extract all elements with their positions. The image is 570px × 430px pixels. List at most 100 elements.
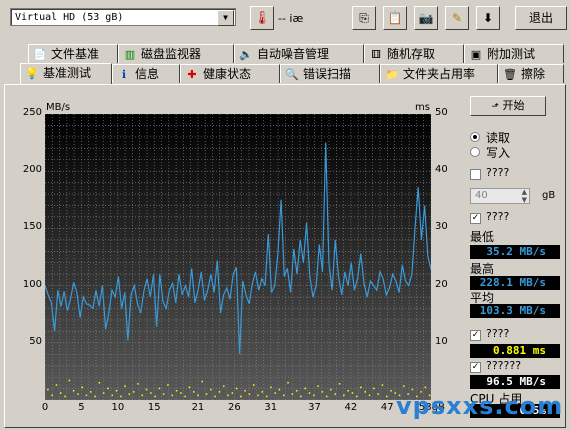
access-time-point — [120, 395, 122, 398]
access-time-point — [317, 385, 319, 387]
option1-checkbox[interactable] — [470, 169, 481, 180]
tab-disk-monitor[interactable]: ▥ 磁盘监视器 — [118, 44, 234, 63]
chevron-down-icon[interactable]: ▼ — [217, 10, 234, 26]
access-time-point — [102, 392, 105, 394]
write-radio[interactable] — [470, 147, 480, 157]
access-time-point — [85, 394, 88, 397]
drive-select[interactable]: Virtual HD (53 gB) ▼ — [10, 8, 236, 26]
option4-label: ?????? — [486, 359, 522, 372]
access-time-point — [231, 392, 234, 394]
access-time-point — [124, 385, 126, 387]
y-right-tick: 40 — [435, 164, 448, 176]
access-time-point — [171, 394, 173, 397]
access-time-point — [77, 393, 79, 395]
access-time-point — [360, 386, 362, 389]
access-time-point — [265, 395, 268, 398]
access-time-point — [403, 385, 405, 387]
tab-health[interactable]: ✚ 健康状态 — [180, 64, 280, 83]
access-time-point — [94, 395, 96, 398]
access-time-point — [355, 395, 358, 398]
access-time-point — [210, 388, 212, 391]
access-time-point — [150, 392, 152, 394]
folder-icon: 📁 — [385, 68, 399, 81]
tab-benchmark[interactable]: 💡 基准测试 — [20, 63, 112, 84]
access-time-point — [364, 391, 366, 393]
y-right-tick: 50 — [435, 107, 448, 118]
x-tick: 21 — [191, 402, 205, 413]
copy-button[interactable]: ⎘ — [352, 6, 376, 30]
tab-file-benchmark[interactable]: 📄 文件基准 — [28, 44, 118, 63]
y-left-unit: MB/s — [46, 102, 71, 113]
access-time-point — [193, 391, 195, 393]
magnifier-icon: 🔍 — [285, 68, 299, 81]
access-time-point — [244, 390, 246, 392]
watermark: vpsxxs.com — [396, 392, 564, 420]
y-left-tick: 150 — [22, 221, 42, 233]
option3-checkbox[interactable]: ✓ — [470, 330, 481, 341]
access-time-point — [81, 386, 83, 389]
spinner-arrows-icon[interactable]: ▲ ▼ — [522, 188, 527, 204]
access-time-point — [321, 391, 324, 393]
tab-folder-usage[interactable]: 📁 文件夹占用率 — [380, 64, 498, 83]
size-unit: gB — [542, 190, 556, 201]
x-tick: 10 — [111, 402, 125, 413]
option4-checkbox[interactable]: ✓ — [470, 362, 481, 373]
clipboard-icon: 📋 — [387, 11, 403, 25]
access-time-point — [261, 391, 264, 393]
y-left-tick: 250 — [22, 107, 42, 118]
access-time-point — [373, 387, 375, 390]
access-time-point — [368, 394, 371, 397]
camera-icon: 📷 — [418, 11, 434, 25]
y-right-tick: 20 — [435, 278, 448, 290]
benchmark-chart — [44, 113, 432, 401]
access-time-point — [47, 388, 49, 391]
x-tick: 42 — [344, 402, 358, 413]
access-time-point — [274, 392, 276, 394]
avg-value: 103.3 MB/s — [470, 304, 560, 318]
access-time-point — [98, 382, 101, 384]
option2-checkbox[interactable]: ✓ — [470, 213, 481, 224]
tab-erase[interactable]: 🗑 擦除 — [498, 64, 564, 83]
access-time-point — [145, 388, 148, 391]
access-time-point — [343, 394, 345, 397]
access-time-point — [308, 392, 311, 394]
tab-extra-tests[interactable]: ▣ 附加测试 — [464, 44, 564, 63]
access-time-point — [175, 390, 178, 392]
start-button[interactable]: ⬏ 开始 — [470, 96, 546, 116]
chart-background — [45, 114, 431, 400]
y-left-tick: 100 — [22, 278, 42, 290]
screenshot-button[interactable]: 📷 — [414, 6, 438, 30]
access-time-point — [184, 395, 186, 398]
save-button[interactable]: ⬇ — [476, 6, 500, 30]
tab-aam[interactable]: 🔈 自动噪音管理 — [234, 44, 364, 63]
access-time-point — [223, 385, 225, 387]
x-tick: 31 — [264, 402, 278, 413]
access-time-value: 0.881 ms — [470, 344, 560, 358]
chart-icon: ▥ — [124, 48, 136, 61]
test-size-spinner[interactable]: 40 ▲ ▼ — [470, 188, 530, 204]
max-label: 最高 — [470, 262, 495, 276]
tab-info[interactable]: ℹ 信息 — [112, 64, 180, 83]
read-radio[interactable] — [470, 132, 480, 142]
access-time-point — [132, 391, 135, 393]
speaker-icon: 🔈 — [239, 48, 253, 61]
y-right-unit: ms — [415, 102, 430, 113]
thermometer-icon: 🌡 — [250, 6, 274, 30]
access-time-point — [411, 388, 414, 391]
tab-error-scan[interactable]: 🔍 错误扫描 — [280, 64, 380, 83]
info-icon: ℹ — [121, 68, 127, 81]
access-time-point — [334, 393, 336, 395]
access-time-point — [248, 393, 251, 395]
access-time-point — [188, 386, 191, 389]
dice-icon: ⚅ — [371, 48, 381, 61]
access-time-point — [278, 388, 281, 391]
access-time-point — [218, 391, 221, 393]
copy-text-button[interactable]: 📋 — [383, 6, 407, 30]
access-time-point — [386, 395, 388, 398]
x-tick: 37 — [308, 402, 321, 413]
exit-button[interactable]: 退出 — [515, 6, 567, 30]
min-value: 35.2 MB/s — [470, 245, 560, 259]
tab-random-access[interactable]: ⚅ 随机存取 — [364, 44, 464, 63]
x-tick: 26 — [227, 402, 241, 413]
options-button[interactable]: ✎ — [445, 6, 469, 30]
